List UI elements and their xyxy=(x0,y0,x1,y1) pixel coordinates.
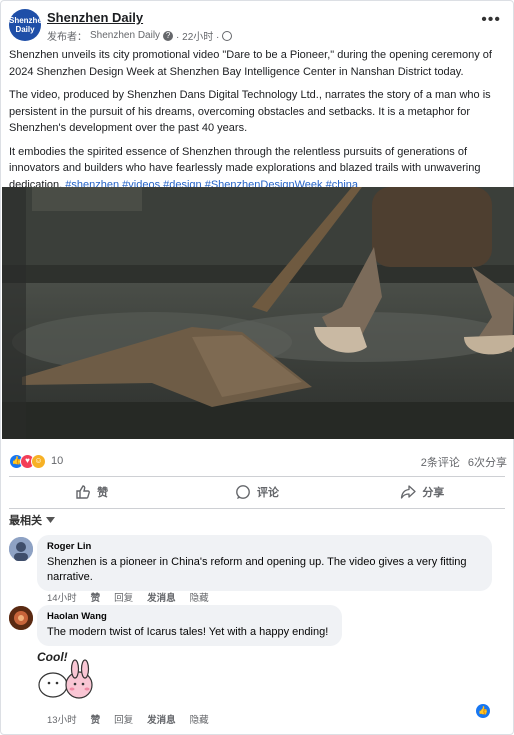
sticker-image: Cool! xyxy=(37,650,93,699)
comment-message-link[interactable]: 发消息 xyxy=(147,590,176,604)
post-paragraph: The video, produced by Shenzhen Dans Dig… xyxy=(9,89,491,134)
comment-time-link[interactable]: 13小时 xyxy=(47,712,77,726)
comment-hide-link[interactable]: 隐藏 xyxy=(190,712,209,726)
avatar-image xyxy=(9,606,33,630)
comment-bubble: Haolan Wang The modern twist of Icarus t… xyxy=(37,605,342,646)
post-paragraph: It embodies the spirited essence of Shen… xyxy=(9,144,509,194)
comment-sort-dropdown[interactable]: 最相关 xyxy=(9,512,55,528)
like-icon xyxy=(76,485,91,499)
avatar-image xyxy=(9,537,33,561)
comment-bubble: Roger Lin Shenzhen is a pioneer in China… xyxy=(37,535,492,591)
post-meta: 发布者： Shenzhen Daily ? · 22小时 · xyxy=(47,28,233,43)
post-header: Shenzhen Daily Shenzhen Daily 发布者： Shenz… xyxy=(9,9,507,43)
commenter-name-link[interactable]: Haolan Wang xyxy=(47,611,332,622)
share-count-link[interactable]: 6次分享 xyxy=(468,454,507,470)
page-name-link[interactable]: Shenzhen Daily xyxy=(47,10,143,25)
comment-reply-link[interactable]: 回复 xyxy=(114,712,133,726)
comment-hide-link[interactable]: 隐藏 xyxy=(190,590,209,604)
comment-actions: 13小时 赞 回复 发消息 隐藏 xyxy=(47,712,209,726)
comment-reply-link[interactable]: 回复 xyxy=(114,590,133,604)
comment-text: The modern twist of Icarus tales! Yet wi… xyxy=(47,626,329,638)
comment-button[interactable]: 评论 xyxy=(174,479,339,505)
post-body: Shenzhen unveils its city promotional vi… xyxy=(9,47,509,200)
post-paragraph: Shenzhen unveils its city promotional vi… xyxy=(9,49,492,78)
comment-like-link[interactable]: 赞 xyxy=(91,712,101,726)
share-button-label: 分享 xyxy=(422,487,445,499)
meta-prefix: 发布者： xyxy=(47,32,87,43)
post-actions-bar: 赞 评论 分享 xyxy=(9,479,505,505)
like-button-label: 赞 xyxy=(97,487,109,499)
sticker-text: Cool! xyxy=(37,650,68,664)
reactions-summary[interactable]: 👍 ♥ ☺ 10 xyxy=(9,453,63,469)
avatar-text-line1: Shenzhen xyxy=(9,16,47,25)
comment-count-link[interactable]: 2条评论 xyxy=(421,454,460,470)
comment-message-link[interactable]: 发消息 xyxy=(147,712,176,726)
avatar-text-line2: Daily xyxy=(15,25,35,34)
globe-icon[interactable] xyxy=(222,30,233,41)
page-avatar[interactable]: Shenzhen Daily xyxy=(9,9,47,41)
share-icon xyxy=(401,485,416,499)
post-stats: 2条评论 6次分享 xyxy=(421,454,507,470)
comment-like-link[interactable]: 赞 xyxy=(91,590,101,604)
question-icon[interactable]: ? xyxy=(163,30,174,41)
more-options-icon[interactable]: ••• xyxy=(481,11,501,29)
share-button[interactable]: 分享 xyxy=(340,479,505,505)
comment-like-reaction-icon[interactable]: 👍 xyxy=(476,704,490,718)
post-video[interactable] xyxy=(2,187,514,439)
post-time-link[interactable]: · 22小时 · xyxy=(176,28,219,43)
meta-author-link[interactable]: Shenzhen Daily xyxy=(90,30,160,41)
comment-actions: 14小时 赞 回复 发消息 隐藏 xyxy=(47,590,209,604)
commenter-name-link[interactable]: Roger Lin xyxy=(47,541,482,552)
sort-label: 最相关 xyxy=(9,515,42,527)
like-button[interactable]: 赞 xyxy=(9,479,174,505)
video-frame-image xyxy=(2,187,514,439)
commenter-avatar[interactable] xyxy=(9,606,33,630)
chevron-down-icon xyxy=(46,517,55,523)
comment-icon xyxy=(236,485,250,499)
commenter-avatar[interactable] xyxy=(9,537,33,561)
divider xyxy=(9,508,505,509)
reaction-count: 10 xyxy=(51,455,64,467)
comment-time-link[interactable]: 14小时 xyxy=(47,590,77,604)
comment-button-label: 评论 xyxy=(256,487,279,499)
divider xyxy=(9,476,505,477)
post-card: Shenzhen Daily Shenzhen Daily 发布者： Shenz… xyxy=(0,0,514,735)
comment-text: Shenzhen is a pioneer in China's reform … xyxy=(47,556,467,583)
comment-sticker[interactable]: Cool! xyxy=(35,647,97,705)
haha-reaction-icon: ☺ xyxy=(31,453,46,469)
